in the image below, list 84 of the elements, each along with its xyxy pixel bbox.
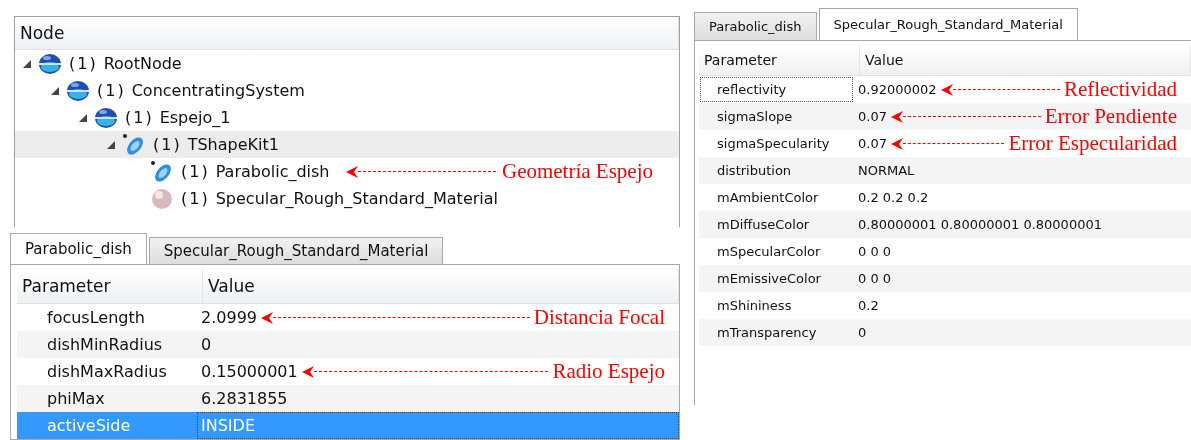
node-count: (1) <box>153 135 182 154</box>
expand-icon[interactable] <box>107 140 115 149</box>
parameter-cell[interactable]: mAmbientColor <box>699 184 854 211</box>
node-count: (1) <box>181 162 210 181</box>
tree-item[interactable]: (1) Espejo_1 <box>15 104 679 131</box>
column-header: Value <box>203 269 679 303</box>
parameter-cell[interactable]: mDiffuseColor <box>699 211 854 238</box>
value-text: 0.2 <box>858 298 879 313</box>
tab[interactable]: Parabolic_dish <box>10 233 147 265</box>
value-text: INSIDE <box>201 416 255 435</box>
value-cell[interactable]: 0 0 0 <box>854 238 1191 265</box>
annotation-label: Geometría Espejo <box>501 159 653 184</box>
annotation-label: Error Pendiente <box>1044 104 1177 129</box>
value-text: 0.07 <box>858 136 887 151</box>
column-header: Parameter <box>699 45 860 75</box>
value-cell[interactable]: 0.07 Error Pendiente <box>854 103 1191 130</box>
tab[interactable]: Specular_Rough_Standard_Material <box>818 8 1078 41</box>
tree-item[interactable]: (1) Specular_Rough_Standard_Material <box>15 185 679 212</box>
tree-item[interactable]: (1) ConcentratingSystem <box>15 77 679 104</box>
column-header: Value <box>860 45 1191 75</box>
expand-icon[interactable] <box>79 113 87 122</box>
value-text: NORMAL <box>858 163 915 178</box>
annotation-label: Error Especularidad <box>1008 131 1177 156</box>
value-text: 6.2831855 <box>201 389 288 408</box>
value-text: 0.2 0.2 0.2 <box>858 190 929 205</box>
value-text: 0.15000001 <box>201 362 298 381</box>
node-count: (1) <box>125 108 154 127</box>
node-count: (1) <box>97 81 126 100</box>
parameter-cell[interactable]: dishMaxRadius <box>17 358 197 385</box>
parameter-cell[interactable]: sigmaSlope <box>699 103 854 130</box>
value-cell[interactable]: 0 0 0 <box>854 265 1191 292</box>
annotation-label: Reflectividad <box>1063 77 1177 102</box>
parameter-cell[interactable]: distribution <box>699 157 854 184</box>
sphere-icon <box>65 78 91 103</box>
node-label: TShapeKit1 <box>187 135 279 154</box>
ball-icon <box>149 186 175 211</box>
parameter-cell[interactable]: focusLength <box>17 304 197 331</box>
tree-item[interactable]: (1) TShapeKit1 <box>15 131 679 158</box>
column-header: Parameter <box>17 269 203 303</box>
value-text: 0 0 0 <box>858 244 892 259</box>
value-text: 0 <box>858 325 867 340</box>
node-label: Specular_Rough_Standard_Material <box>215 189 498 208</box>
annotation-label: Distancia Focal <box>533 305 665 330</box>
tree-item[interactable]: (1) RootNode <box>15 50 679 77</box>
value-text: 0.07 <box>858 109 887 124</box>
node-count: (1) <box>69 54 98 73</box>
value-cell[interactable]: 6.2831855 <box>197 385 679 412</box>
value-text: 0 0 0 <box>858 271 892 286</box>
value-cell[interactable]: 0.80000001 0.80000001 0.80000001 <box>854 211 1191 238</box>
parameter-cell[interactable]: sigmaSpecularity <box>699 130 854 157</box>
node-label: Parabolic_dish <box>215 162 330 181</box>
expand-icon[interactable] <box>51 86 59 95</box>
node-label: Espejo_1 <box>159 108 231 127</box>
node-label: RootNode <box>103 54 182 73</box>
value-text: 0.92000002 <box>858 82 937 97</box>
value-text: 0.80000001 0.80000001 0.80000001 <box>858 217 1102 232</box>
column-header: Node <box>15 17 679 49</box>
value-text: 2.0999 <box>201 308 257 327</box>
tree-item[interactable]: (1) Parabolic_dish Geometría Espejo <box>15 158 679 185</box>
value-cell[interactable]: 0.92000002 Reflectividad <box>854 76 1191 103</box>
parameter-cell[interactable]: mTransparency <box>699 319 854 346</box>
annotation-label: Radio Espejo <box>552 359 665 384</box>
parameter-cell[interactable]: mSpecularColor <box>699 238 854 265</box>
sphere-icon <box>37 51 63 76</box>
tab[interactable]: Specular_Rough_Standard_Material <box>148 237 444 264</box>
parameter-cell[interactable]: mEmissiveColor <box>699 265 854 292</box>
value-cell[interactable]: 0.2 <box>854 292 1191 319</box>
node-count: (1) <box>181 189 210 208</box>
parameter-cell[interactable]: phiMax <box>17 385 197 412</box>
value-cell[interactable]: 0.2 0.2 0.2 <box>854 184 1191 211</box>
value-cell[interactable]: 0.15000001 Radio Espejo <box>197 358 679 385</box>
parameter-cell[interactable]: reflectivity <box>699 76 854 103</box>
tab[interactable]: Parabolic_dish <box>694 12 817 40</box>
parameter-cell[interactable]: dishMinRadius <box>17 331 197 358</box>
value-cell[interactable]: 0 <box>854 319 1191 346</box>
value-cell[interactable]: 2.0999 Distancia Focal <box>197 304 679 331</box>
value-cell[interactable]: 0 <box>197 331 679 358</box>
value-cell[interactable]: NORMAL <box>854 157 1191 184</box>
node-label: ConcentratingSystem <box>131 81 305 100</box>
value-cell[interactable]: 0.07 Error Especularidad <box>854 130 1191 157</box>
expand-icon[interactable] <box>23 59 31 68</box>
value-text: 0 <box>201 335 212 354</box>
parameter-cell[interactable]: mShininess <box>699 292 854 319</box>
sphere-icon <box>93 105 119 130</box>
